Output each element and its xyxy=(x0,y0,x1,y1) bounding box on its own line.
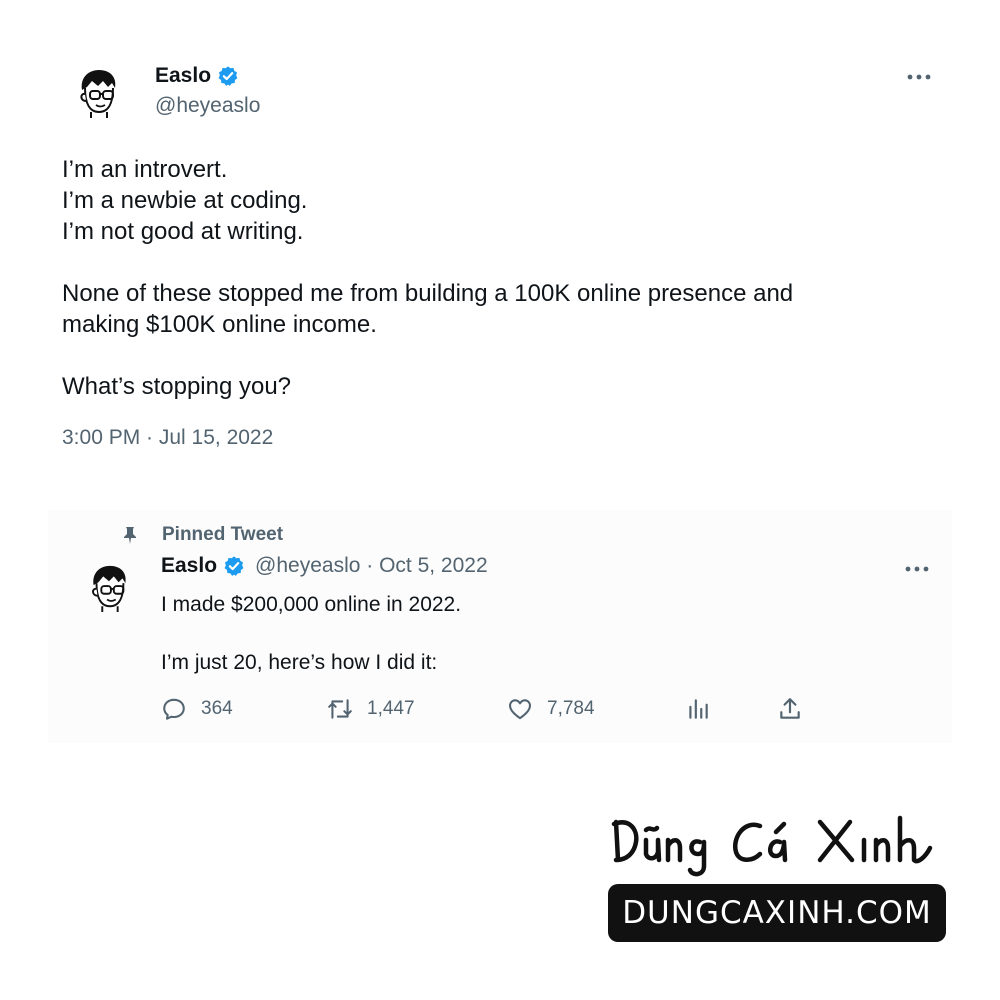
heart-icon xyxy=(509,699,531,720)
tweet-timestamp[interactable]: 3:00 PM · Jul 15, 2022 xyxy=(62,426,273,450)
like-button[interactable]: 7,784 xyxy=(507,696,595,722)
pinned-label-row: Pinned Tweet xyxy=(120,524,283,546)
author-handle[interactable]: @heyeaslo xyxy=(155,94,260,118)
more-horizontal-icon xyxy=(907,74,931,80)
author-name-row: Easlo xyxy=(155,64,239,88)
tweet-line: I’m a newbie at coding. xyxy=(62,187,308,214)
tweet-line: making $100K online income. xyxy=(62,311,377,338)
pinned-handle-and-date[interactable]: @heyeaslo · Oct 5, 2022 xyxy=(255,554,488,578)
tweet-action-bar: 364 1,447 7,784 xyxy=(161,696,811,726)
pinned-more-options-button[interactable] xyxy=(902,554,932,584)
like-count: 7,784 xyxy=(547,698,595,719)
share-button[interactable] xyxy=(777,696,803,722)
website-url: DUNGCAXINH.COM xyxy=(622,895,932,931)
avatar[interactable] xyxy=(72,66,124,118)
pinned-author-row: Easlo @heyeaslo · Oct 5, 2022 xyxy=(161,554,488,578)
pinned-label: Pinned Tweet xyxy=(162,524,284,545)
signature-watermark xyxy=(611,815,933,877)
tweet-line: I’m just 20, here’s how I did it: xyxy=(161,651,438,674)
share-icon xyxy=(780,698,800,719)
pin-icon xyxy=(124,527,136,544)
tweet-line: What’s stopping you? xyxy=(62,373,292,400)
tweet-line: I’m not good at writing. xyxy=(62,218,304,245)
retweet-icon xyxy=(328,699,352,719)
more-options-button[interactable] xyxy=(904,62,934,92)
reply-button[interactable]: 364 xyxy=(161,696,233,722)
tweet-line: I’m an introvert. xyxy=(62,156,228,183)
views-analytics-button[interactable] xyxy=(685,696,711,722)
pinned-tweet-text: I made $200,000 online in 2022. I’m just… xyxy=(161,590,461,677)
analytics-icon xyxy=(689,699,708,719)
website-badge: DUNGCAXINH.COM xyxy=(608,884,946,942)
avatar[interactable] xyxy=(84,562,134,612)
tweet-text: I’m an introvert. I’m a newbie at coding… xyxy=(62,154,922,402)
reply-count: 364 xyxy=(201,698,233,719)
verified-badge-icon xyxy=(224,556,244,576)
verified-badge-icon xyxy=(218,66,238,86)
pinned-author-display-name[interactable]: Easlo xyxy=(161,554,217,578)
more-horizontal-icon xyxy=(905,566,929,572)
tweet-line: I made $200,000 online in 2022. xyxy=(161,593,462,616)
pinned-tweet-card[interactable]: Pinned Tweet Easlo @heyeaslo · Oct 5, 20… xyxy=(48,510,952,743)
reply-icon xyxy=(163,698,185,720)
author-display-name[interactable]: Easlo xyxy=(155,64,211,88)
retweet-count: 1,447 xyxy=(367,698,415,719)
retweet-button[interactable]: 1,447 xyxy=(327,696,415,722)
tweet-line: None of these stopped me from building a… xyxy=(62,280,794,307)
